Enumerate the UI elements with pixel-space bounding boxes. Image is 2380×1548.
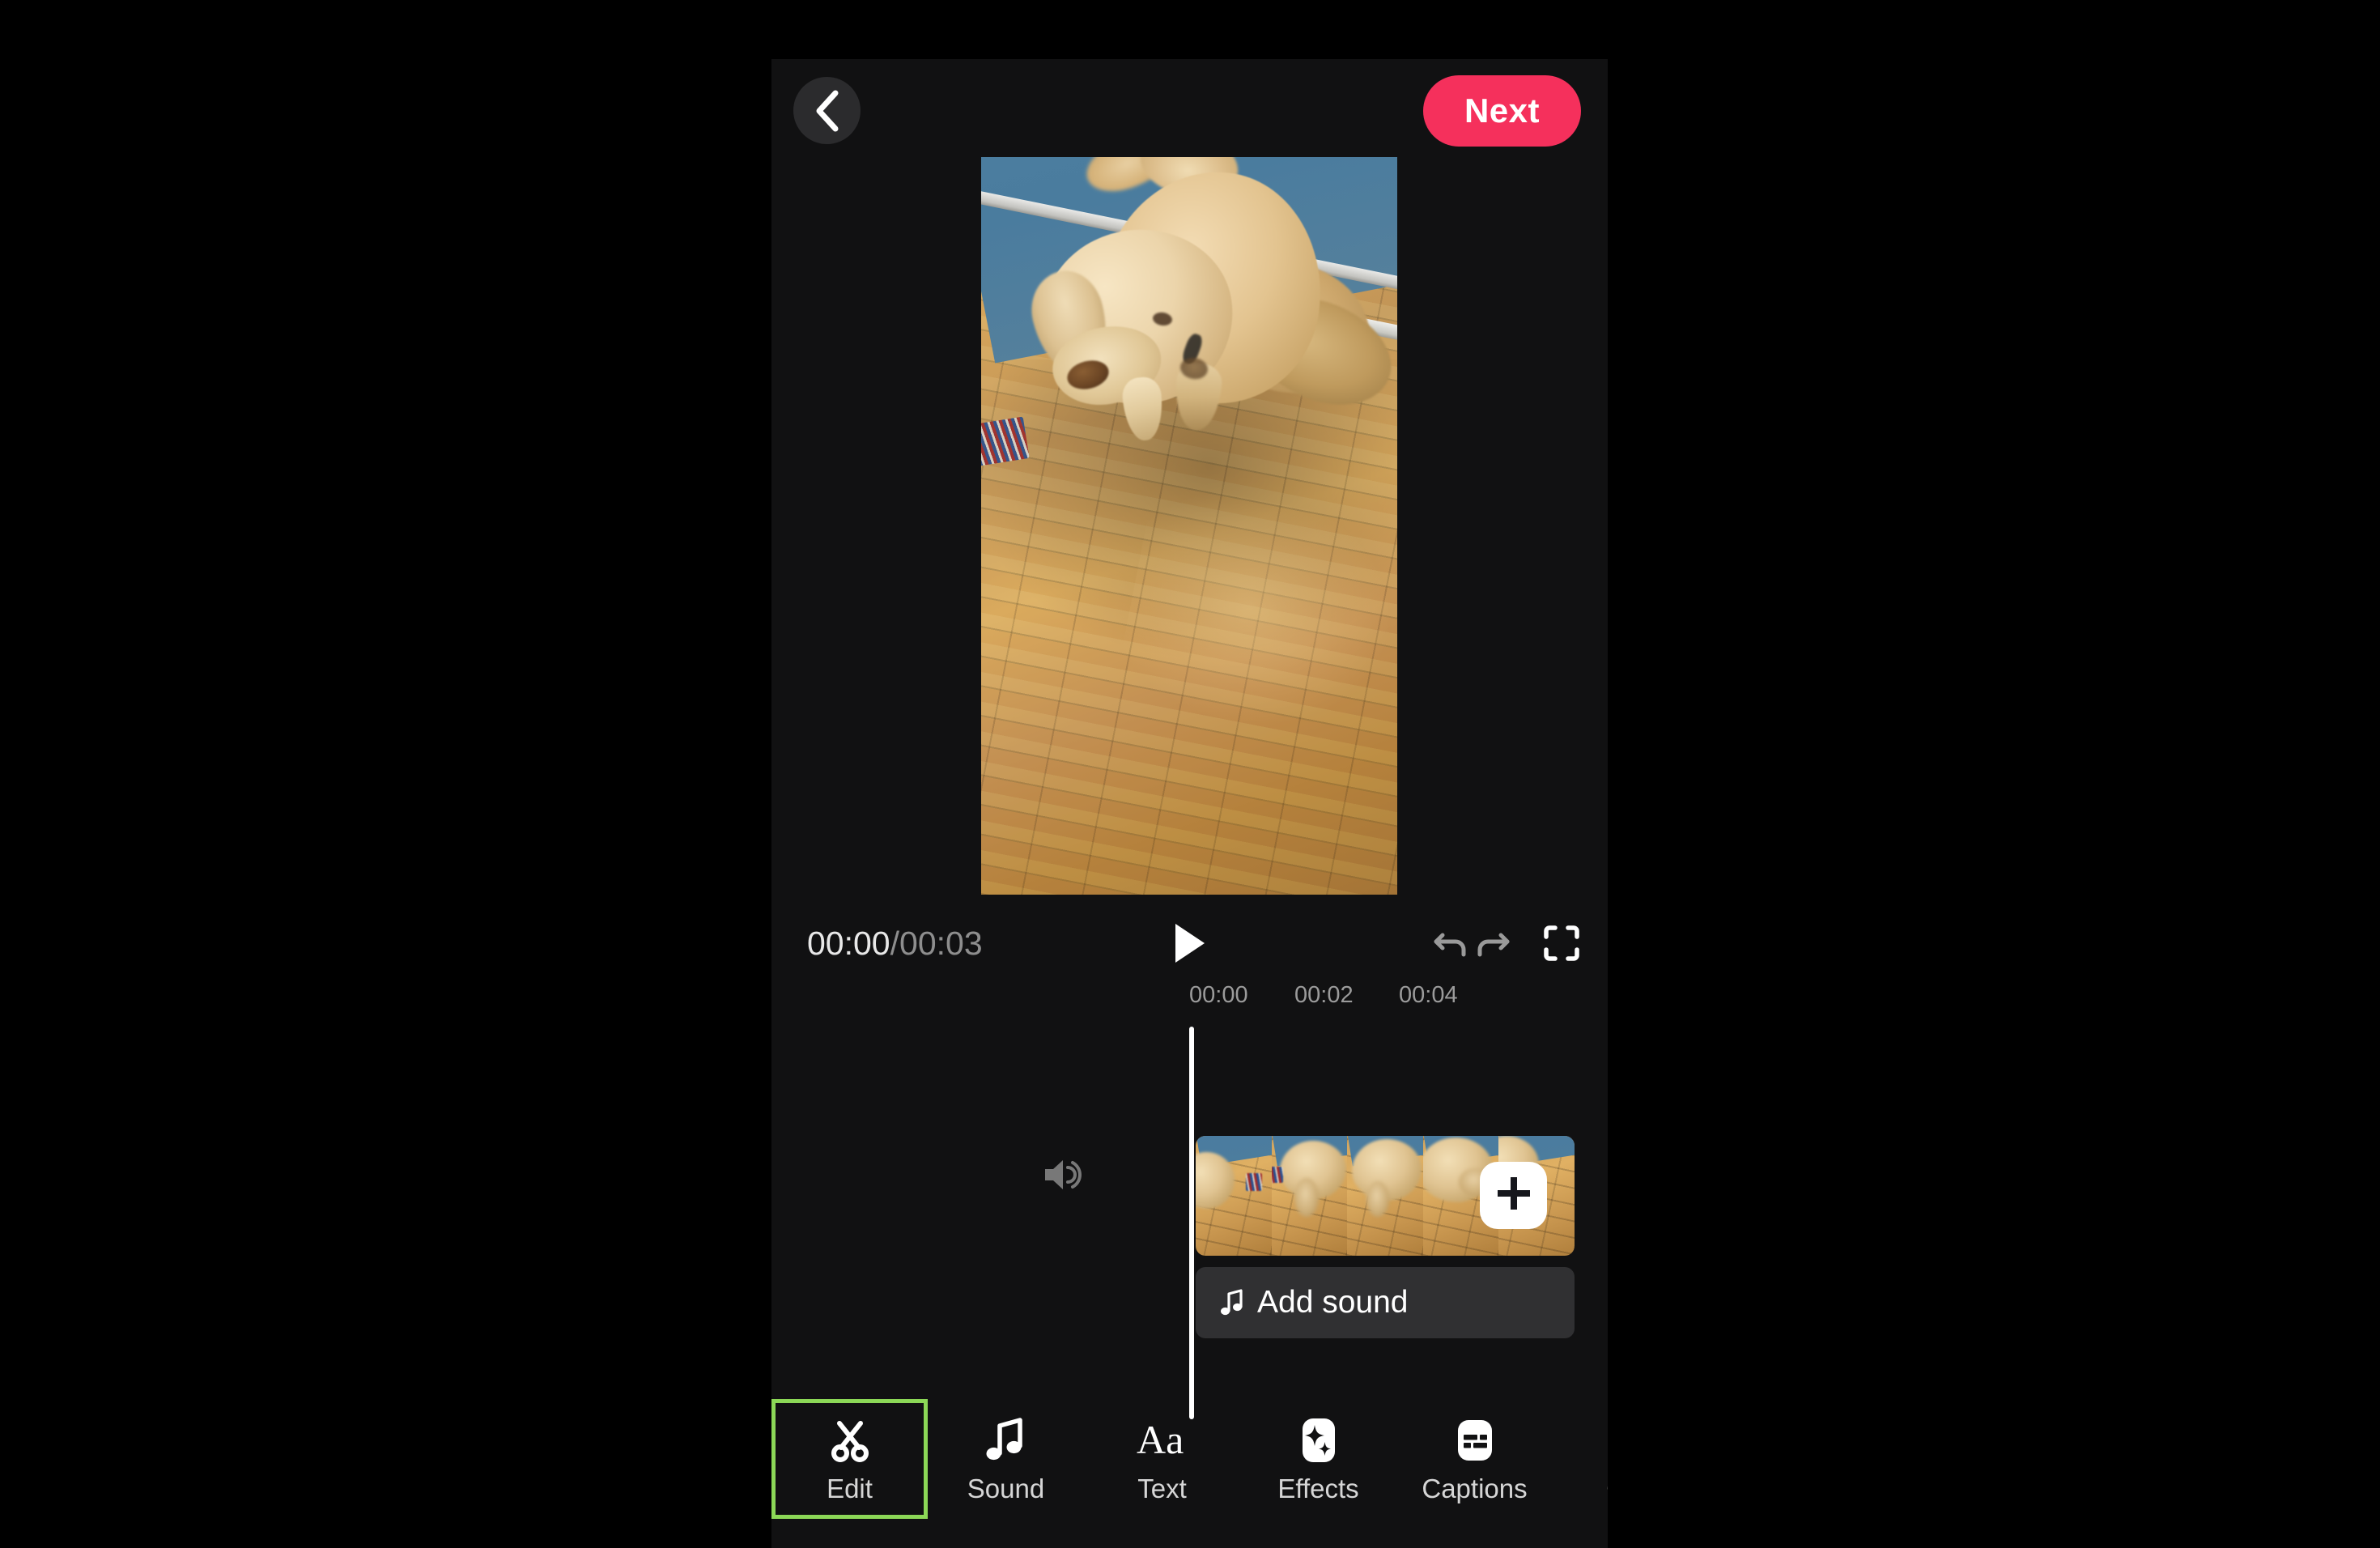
text-aa-icon: Aa xyxy=(1136,1414,1189,1467)
tab-effects[interactable]: Effects xyxy=(1240,1399,1396,1519)
video-preview[interactable] xyxy=(981,157,1397,895)
tab-effects-label: Effects xyxy=(1277,1474,1359,1503)
music-note-icon xyxy=(1218,1287,1246,1318)
ruler-tick-1: 00:02 xyxy=(1294,982,1354,1008)
tab-text-label: Text xyxy=(1137,1474,1187,1503)
dog-subject xyxy=(981,157,1397,895)
phone-frame: Next 00:00/00:03 00:00 00:02 00:04 Add s… xyxy=(771,59,1608,1548)
clip-thumbnail xyxy=(1271,1136,1348,1256)
playback-control-row: 00:00/00:03 xyxy=(771,913,1608,978)
scissors-icon xyxy=(823,1414,877,1467)
music-note-icon xyxy=(980,1414,1033,1467)
play-button[interactable] xyxy=(1167,920,1213,970)
bottom-tab-bar: Edit Sound Aa Text Effects Captions xyxy=(771,1393,1608,1548)
redo-button[interactable] xyxy=(1469,921,1516,968)
timeline-ruler: 00:00 00:02 00:04 xyxy=(771,982,1608,1023)
plus-icon xyxy=(1495,1175,1532,1216)
sparkles-icon xyxy=(1292,1414,1345,1467)
fullscreen-button[interactable] xyxy=(1538,921,1585,968)
dog-paw-left xyxy=(1120,376,1166,442)
top-bar: Next xyxy=(771,59,1608,164)
redo-icon xyxy=(1473,924,1512,967)
volume-icon xyxy=(1043,1157,1083,1197)
thumbnail-image xyxy=(1196,1136,1272,1256)
ruler-tick-2: 00:04 xyxy=(1399,982,1458,1008)
undo-icon xyxy=(1431,924,1470,967)
tab-captions[interactable]: Captions xyxy=(1396,1399,1553,1519)
undo-button[interactable] xyxy=(1427,921,1474,968)
tab-sound[interactable]: Sound xyxy=(928,1399,1084,1519)
add-sound-track[interactable]: Add sound xyxy=(1196,1267,1575,1338)
tab-text[interactable]: Aa Text xyxy=(1084,1399,1240,1519)
clip-thumbnail xyxy=(1196,1136,1272,1256)
time-display: 00:00/00:03 xyxy=(807,925,983,963)
playhead[interactable] xyxy=(1189,1027,1194,1419)
tab-edit[interactable]: Edit xyxy=(771,1399,928,1519)
captions-icon xyxy=(1448,1414,1502,1467)
thumbnail-image xyxy=(1271,1136,1348,1256)
clip-thumbnail xyxy=(1347,1136,1423,1256)
time-separator: / xyxy=(890,925,900,962)
fullscreen-icon xyxy=(1543,925,1580,966)
tab-overlay[interactable]: Ove xyxy=(1553,1399,1608,1519)
add-clip-button[interactable] xyxy=(1480,1162,1547,1229)
screenshot-root: Next 00:00/00:03 00:00 00:02 00:04 Add s… xyxy=(0,0,2380,1548)
video-frame-image xyxy=(981,157,1397,895)
total-time: 00:03 xyxy=(899,925,983,962)
back-button[interactable] xyxy=(793,77,861,144)
tab-sound-label: Sound xyxy=(967,1474,1045,1503)
chevron-left-icon xyxy=(814,89,841,133)
tab-overlay-label: Ove xyxy=(1606,1474,1608,1504)
thumbnail-image xyxy=(1347,1136,1423,1256)
next-button[interactable]: Next xyxy=(1423,75,1581,147)
tab-edit-label: Edit xyxy=(827,1474,873,1503)
svg-text:Aa: Aa xyxy=(1137,1418,1184,1462)
play-icon xyxy=(1172,922,1208,968)
volume-button[interactable] xyxy=(1040,1154,1086,1199)
current-time: 00:00 xyxy=(807,925,890,962)
timeline[interactable]: 00:00 00:02 00:04 Add sound xyxy=(771,982,1608,1435)
tab-captions-label: Captions xyxy=(1422,1474,1528,1503)
add-sound-label: Add sound xyxy=(1257,1285,1409,1320)
ruler-tick-0: 00:00 xyxy=(1189,982,1248,1008)
overlay-icon xyxy=(1604,1414,1609,1467)
